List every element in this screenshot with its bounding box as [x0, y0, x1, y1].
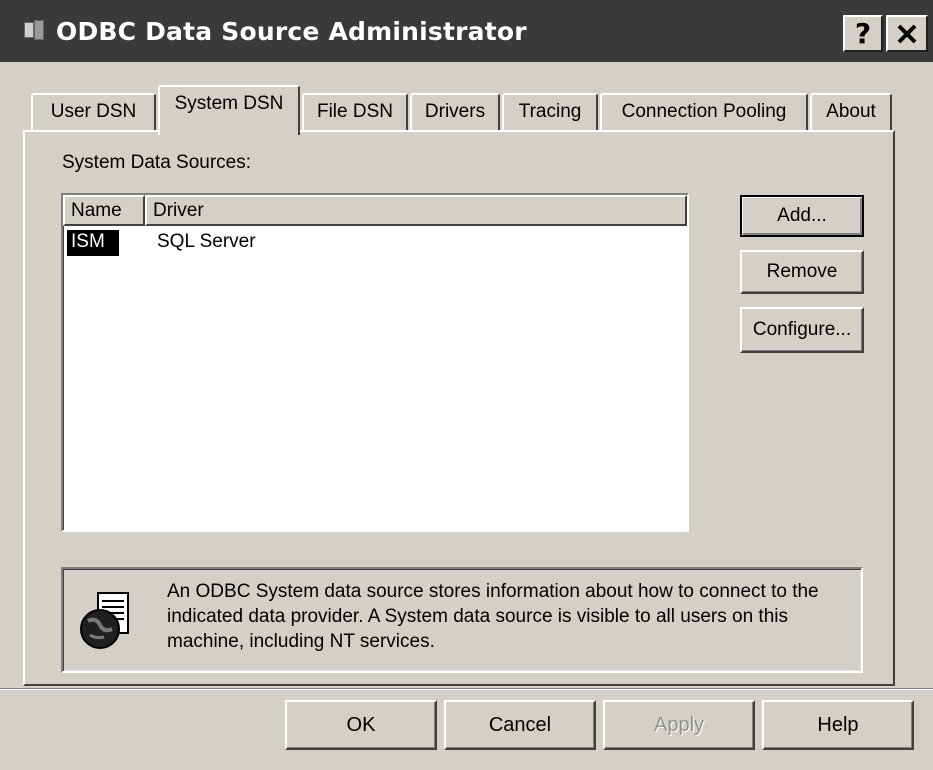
- column-header-driver[interactable]: Driver: [145, 195, 687, 226]
- configure-button[interactable]: Configure...: [740, 307, 864, 353]
- help-title-button[interactable]: ?: [843, 15, 883, 52]
- cancel-button[interactable]: Cancel: [444, 700, 596, 750]
- apply-button[interactable]: Apply: [603, 700, 755, 750]
- tab-drivers[interactable]: Drivers: [410, 93, 500, 131]
- info-box: An ODBC System data source stores inform…: [61, 567, 863, 673]
- help-button[interactable]: Help: [762, 700, 914, 750]
- list-header: Name Driver: [63, 195, 687, 226]
- list-item[interactable]: ISM SQL Server: [67, 230, 256, 256]
- tab-tracing[interactable]: Tracing: [502, 93, 598, 131]
- list-item-driver: SQL Server: [157, 231, 256, 252]
- remove-button[interactable]: Remove: [740, 250, 864, 294]
- odbc-app-icon: [22, 18, 48, 44]
- system-data-sources-label: System Data Sources:: [62, 152, 252, 173]
- list-item-name: ISM: [67, 230, 119, 256]
- info-description: An ODBC System data source stores inform…: [167, 581, 819, 652]
- tab-about[interactable]: About: [810, 93, 892, 131]
- tab-file-dsn[interactable]: File DSN: [302, 93, 408, 131]
- close-icon: [897, 24, 917, 43]
- data-source-info-icon: [78, 589, 138, 653]
- column-header-name[interactable]: Name: [63, 195, 145, 226]
- tab-system-dsn[interactable]: System DSN: [158, 85, 300, 135]
- title-bar[interactable]: ODBC Data Source Administrator ?: [0, 0, 933, 62]
- tab-user-dsn[interactable]: User DSN: [31, 93, 156, 131]
- ok-button[interactable]: OK: [285, 700, 437, 750]
- window-title: ODBC Data Source Administrator: [56, 16, 527, 46]
- close-button[interactable]: [886, 15, 928, 52]
- add-button[interactable]: Add...: [740, 195, 864, 237]
- data-sources-list[interactable]: Name Driver ISM SQL Server: [61, 193, 689, 532]
- tab-connection-pooling[interactable]: Connection Pooling: [600, 93, 808, 131]
- footer-divider: [0, 688, 933, 690]
